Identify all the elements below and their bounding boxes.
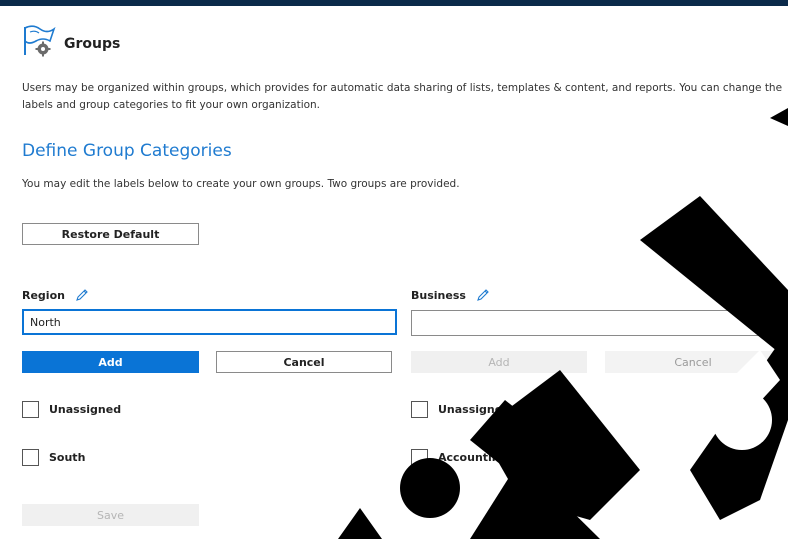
watermark <box>338 108 788 539</box>
